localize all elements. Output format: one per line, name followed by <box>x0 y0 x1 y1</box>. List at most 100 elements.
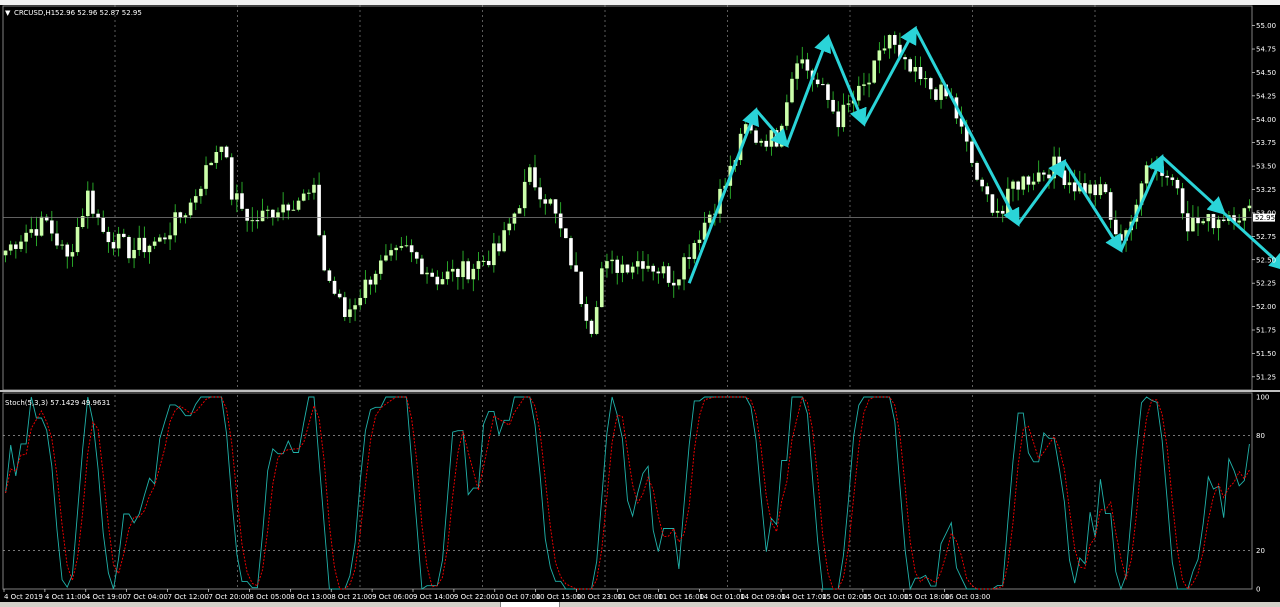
candle-body <box>867 82 871 85</box>
candle-body <box>1113 219 1118 235</box>
candle-body <box>337 293 342 298</box>
candle-body <box>358 297 363 306</box>
candle-body <box>1021 176 1026 190</box>
time-tick-label: 16 Oct 03:00 <box>945 593 991 601</box>
stoch-tick-label: 80 <box>1256 432 1265 440</box>
time-tick-label: 14 Oct 09:00 <box>740 593 786 601</box>
candle-body <box>553 199 558 214</box>
candle-body <box>425 272 429 275</box>
candle-body <box>990 194 995 213</box>
candle-body <box>574 265 578 272</box>
candle-body <box>116 233 121 249</box>
chart-area[interactable]: 55.00 54.75 54.50 54.25 54.00 53.75 53.50 53.25… <box>0 5 1280 602</box>
candle-body <box>558 213 563 229</box>
candle-body <box>255 220 260 222</box>
candle-body <box>481 260 486 262</box>
candle-body <box>322 235 327 271</box>
candle-body <box>363 279 368 298</box>
candle-body <box>1093 184 1098 196</box>
candle-body <box>430 272 434 277</box>
candle-body <box>163 237 167 240</box>
candle-body <box>466 261 470 280</box>
candle-body <box>445 271 450 280</box>
candle-body <box>235 193 239 200</box>
candle-body <box>132 249 136 259</box>
candle-body <box>697 239 702 244</box>
candle-body <box>651 265 655 272</box>
candle-body <box>440 279 445 285</box>
candle-body <box>764 140 769 147</box>
candle-body <box>178 212 183 218</box>
price-tick-label: 55.00 <box>1256 22 1276 30</box>
candle-body <box>486 260 491 266</box>
candle-body <box>630 266 635 273</box>
candle-body <box>666 266 671 283</box>
candle-body <box>101 217 106 232</box>
candle-body <box>975 162 979 180</box>
candle-body <box>193 196 198 203</box>
candle-body <box>805 59 810 71</box>
candle-body <box>831 99 835 112</box>
candle-body <box>173 212 177 236</box>
candle-body <box>538 187 542 200</box>
candle-body <box>250 220 255 222</box>
candle-body <box>625 264 630 273</box>
price-tick-label: 51.25 <box>1256 373 1276 381</box>
candle-body <box>759 140 763 143</box>
price-tick-label: 54.50 <box>1256 69 1276 77</box>
candle-body <box>928 78 933 90</box>
candle-body <box>589 320 594 334</box>
candle-body <box>1175 179 1180 189</box>
time-tick-label: 9 Oct 14:00 <box>413 593 454 601</box>
candle-body <box>492 243 496 266</box>
header-marker: ▼ <box>5 9 11 17</box>
candle-body <box>70 252 75 257</box>
candle-body <box>841 104 846 128</box>
time-tick-label: 15 Oct 18:00 <box>904 593 950 601</box>
candle-body <box>127 236 131 259</box>
candle-body <box>152 241 157 246</box>
candle-body <box>918 67 923 80</box>
time-tick-label: 8 Oct 21:00 <box>331 593 372 601</box>
time-tick-label: 15 Oct 02:00 <box>822 593 868 601</box>
price-tick-label: 53.25 <box>1256 186 1276 194</box>
candle-body <box>14 244 18 249</box>
candle-body <box>29 229 34 233</box>
candle-body <box>528 167 532 182</box>
candle-body <box>34 229 39 236</box>
candle-body <box>862 84 866 86</box>
candle-body <box>291 209 296 211</box>
candle-body <box>1201 221 1205 224</box>
candle-body <box>1098 184 1103 196</box>
candle-body <box>296 200 301 210</box>
candle-body <box>204 165 208 189</box>
candle-body <box>450 268 455 272</box>
candle-body <box>1149 165 1154 169</box>
candle-body <box>471 268 476 280</box>
candle-body <box>856 85 861 101</box>
candle-body <box>970 141 974 163</box>
candle-body <box>661 266 666 274</box>
candle-body <box>188 202 193 216</box>
candle-body <box>435 276 440 285</box>
candle-body <box>800 59 805 64</box>
candle-body <box>312 184 316 193</box>
chart-background <box>0 5 1280 602</box>
tab-active[interactable] <box>500 602 560 607</box>
ohlc-label: 52.96 52.96 52.87 52.95 <box>55 9 142 17</box>
candle-body <box>327 270 332 281</box>
candle-body <box>137 237 142 250</box>
candle-body <box>348 309 352 317</box>
candle-body <box>3 250 8 256</box>
candle-body <box>461 261 465 278</box>
candle-body <box>8 244 13 251</box>
candle-body <box>985 186 990 195</box>
candle-body <box>373 273 378 285</box>
candle-body <box>754 130 758 143</box>
time-tick-label: 4 Oct 11:00 <box>45 593 86 601</box>
candle-body <box>769 130 774 147</box>
candle-body <box>219 146 224 153</box>
price-tick-label: 52.25 <box>1256 280 1276 288</box>
candle-body <box>846 103 851 105</box>
candle-body <box>615 259 620 273</box>
